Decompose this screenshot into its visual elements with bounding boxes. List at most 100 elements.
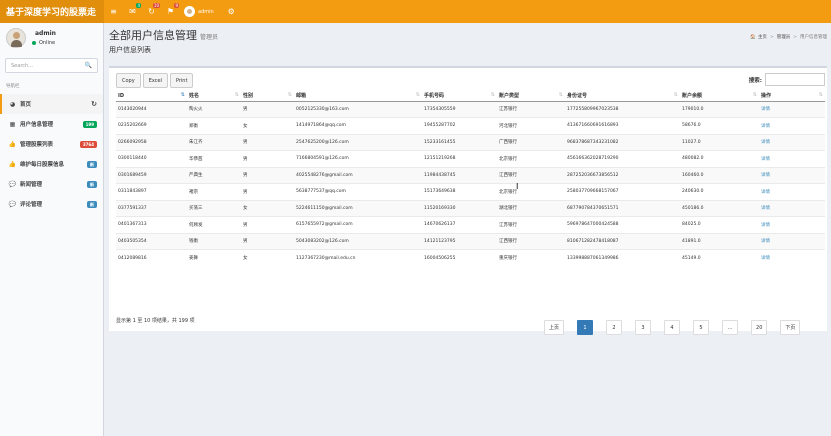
table-cell: 17354305559	[422, 100, 497, 118]
sidebar-item-1[interactable]: ◕ 首页 ↻	[0, 94, 103, 114]
sort-icon: ⇅	[818, 92, 823, 98]
table-cell: 14121123795	[422, 232, 497, 250]
prev-page-button[interactable]: 上页	[544, 320, 565, 335]
sidebar-item-label: 评论管理	[20, 202, 43, 208]
table-cell: 968378687343231082	[565, 133, 680, 151]
flag-icon[interactable]: ⚑ 9	[161, 0, 180, 23]
table-cell: 江西银行	[497, 166, 565, 184]
column-header[interactable]: 姓名 ⇅	[187, 91, 241, 102]
table-cell: 45149.0	[680, 249, 759, 266]
brand-logo[interactable]: 基于深度学习的股票走	[0, 0, 104, 23]
gears-icon[interactable]: ⚙	[222, 0, 241, 23]
detail-link[interactable]: 详情	[761, 157, 770, 162]
detail-link[interactable]: 详情	[761, 256, 770, 261]
table-cell: 287252036673856512	[565, 166, 680, 184]
table-row: 0412089816 姜舞女 1127367230@mail.edu.cn 16004…	[116, 249, 825, 266]
sidebar-item-label: 管理股票列表	[20, 142, 54, 148]
breadcrumb-home[interactable]: 主页	[758, 34, 767, 40]
column-header[interactable]: 身份证号 ⇅	[565, 91, 680, 102]
table-body: 0143020944 陶火火男 0052125330@163.com 17354305…	[116, 100, 825, 266]
refresh-icon[interactable]: ↻ 10	[142, 0, 161, 23]
table-cell: 详情	[759, 133, 825, 151]
table-cell: 男	[241, 133, 294, 151]
detail-link[interactable]: 详情	[761, 190, 770, 195]
table-cell: 456166362028719290	[565, 150, 680, 167]
home-icon: 🏠	[750, 34, 756, 40]
table-cell: 重庆银行	[497, 249, 565, 266]
page-button[interactable]: 5	[693, 320, 710, 335]
refresh-icon[interactable]: ↻	[91, 100, 97, 108]
sidebar: admin Online 🔍 导航栏 ◕首页↻▦用户信息管理199👍管理股票列表…	[0, 23, 104, 436]
page-button[interactable]: ...	[722, 320, 739, 335]
table-cell: 详情	[759, 166, 825, 184]
sidebar-item-3[interactable]: 👍 管理股票列表 3764	[0, 134, 103, 154]
table-cell: 详情	[759, 232, 825, 250]
table-cell: 男	[241, 100, 294, 118]
table-cell: 严典生	[187, 166, 241, 184]
page-button[interactable]: 1	[577, 320, 594, 335]
table-cell: 7166804591@126.com	[294, 150, 422, 167]
table-cell: 江西银行	[497, 232, 565, 250]
hamburger-icon[interactable]: ≡	[104, 0, 123, 23]
sidebar-item-5[interactable]: 💬 新闻管理 新	[0, 174, 103, 194]
table-search-input[interactable]	[765, 73, 825, 86]
table-cell: 810671282478418087	[565, 232, 680, 250]
user-menu[interactable]: admin	[184, 0, 214, 23]
page-button[interactable]: 4	[664, 320, 681, 335]
comment-icon-2: 💬	[8, 200, 17, 208]
detail-link[interactable]: 详情	[761, 206, 770, 211]
table-cell: 何顾发	[187, 216, 241, 233]
sort-icon: ⇅	[490, 92, 495, 98]
table-cell: 5224611150@gmail.com	[294, 199, 422, 217]
table-cell: 江苏银行	[497, 216, 565, 233]
table-cell: 19455287702	[422, 117, 497, 134]
page-button[interactable]: 3	[635, 320, 652, 335]
table-cell: 11520169330	[422, 199, 497, 217]
table-row: 0401367313 何顾发男 6157655972@gmail.com 146706…	[116, 216, 825, 233]
table-cell: 褚宗	[187, 183, 241, 200]
table-cell: 6157655972@gmail.com	[294, 216, 422, 233]
detail-link[interactable]: 详情	[761, 140, 770, 145]
detail-link[interactable]: 详情	[761, 239, 770, 244]
column-header[interactable]: 邮箱 ⇅	[294, 91, 422, 102]
sidebar-item-4[interactable]: 👍 维护每日股票信息 新	[0, 154, 103, 174]
sidebar-badge: 新	[87, 160, 97, 168]
column-header[interactable]: 账户类型 ⇅	[497, 91, 565, 102]
table-cell: 480082.0	[680, 150, 759, 167]
column-header[interactable]: ID ⇅	[116, 91, 187, 102]
table-cell: 男	[241, 166, 294, 184]
table-cell: 北京银行	[497, 150, 565, 167]
table-row: 0235202669 郑衡女 1414971864@qq.com 1945528770…	[116, 117, 825, 134]
sort-icon: ⇅	[558, 92, 563, 98]
table-cell: 15233161455	[422, 133, 497, 151]
detail-link[interactable]: 详情	[761, 173, 770, 178]
column-header[interactable]: 手机号码 ⇅	[422, 91, 497, 102]
envelope-icon[interactable]: ✉ 4	[123, 0, 142, 23]
sidebar-search-input[interactable]	[11, 62, 71, 69]
table-cell: 177255809967023538	[565, 100, 680, 118]
table-cell: 11984438745	[422, 166, 497, 184]
table-cell: 买荡三	[187, 199, 241, 217]
sidebar-item-6[interactable]: 💬 评论管理 新	[0, 194, 103, 214]
breadcrumb-mid[interactable]: 管理员	[777, 34, 791, 40]
detail-link[interactable]: 详情	[761, 223, 770, 228]
sidebar-item-label: 用户信息管理	[20, 122, 54, 128]
table-row: 0301689459 严典生男 4025548276@gmail.com 119844…	[116, 166, 825, 184]
column-header[interactable]: 操作 ⇅	[759, 91, 825, 102]
detail-link[interactable]: 详情	[761, 124, 770, 129]
page-button[interactable]: 2	[606, 320, 623, 335]
print-button[interactable]: Print	[169, 73, 194, 88]
page-button[interactable]: 20	[751, 320, 768, 335]
avatar	[6, 28, 26, 48]
search-icon[interactable]: 🔍	[85, 62, 92, 69]
excel-button[interactable]: Excel	[142, 73, 168, 88]
column-header[interactable]: 性别 ⇅	[241, 91, 294, 102]
table-cell: 姜舞	[187, 249, 241, 266]
copy-button[interactable]: Copy	[116, 73, 141, 88]
next-page-button[interactable]: 下页	[780, 320, 801, 335]
user-table: ID ⇅ 姓名 ⇅ 性别 ⇅ 邮箱 ⇅ 手机号码 ⇅ 账户类型 ⇅ 身份证号 ⇅ 账户余额 ⇅ 操作 ⇅ 0143…	[116, 91, 825, 266]
detail-link[interactable]: 详情	[761, 107, 770, 112]
table-cell: 华恭茜	[187, 150, 241, 167]
column-header[interactable]: 账户余额 ⇅	[680, 91, 759, 102]
sidebar-item-2[interactable]: ▦ 用户信息管理 199	[0, 114, 103, 134]
